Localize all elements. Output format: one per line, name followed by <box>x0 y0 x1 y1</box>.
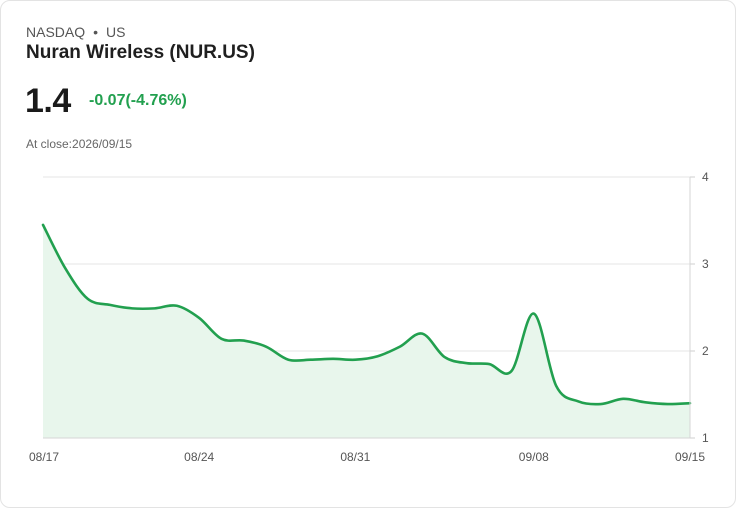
y-tick-label-2: 2 <box>702 344 709 358</box>
price-area-fill <box>43 224 690 438</box>
y-tick-label-1: 1 <box>702 431 709 445</box>
x-tick-label-1: 08/24 <box>184 450 214 464</box>
x-tick-label-2: 08/31 <box>340 450 370 464</box>
x-tick-label-3: 09/08 <box>519 450 549 464</box>
area-layer <box>43 224 690 438</box>
y-tick-label-3: 3 <box>702 257 709 271</box>
x-tick-label-0: 08/17 <box>29 450 59 464</box>
y-tick-label-4: 4 <box>702 170 709 184</box>
stock-card: NASDAQ • US Nuran Wireless (NUR.US) 1.4 -0… <box>0 0 736 508</box>
price-chart: 1 2 3 4 08/17 08/24 08/31 09/08 09/15 <box>29 170 709 464</box>
x-tick-label-4: 09/15 <box>675 450 705 464</box>
